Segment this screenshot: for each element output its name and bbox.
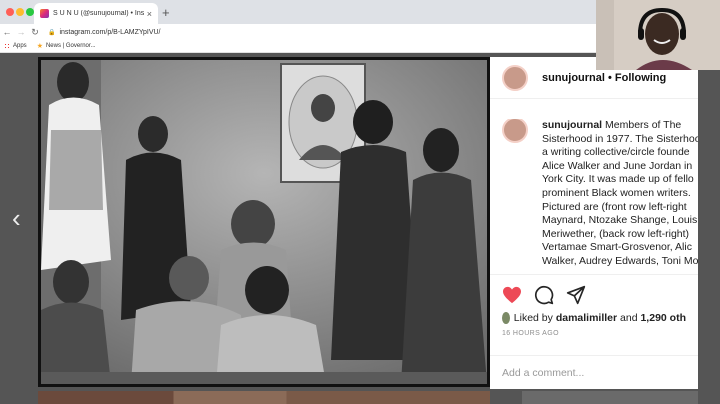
browser-toolbar: ← → ↻ 🔒 instagram.com/p/B-LAMZYpIVU/ — [0, 24, 596, 40]
bookmark-apps[interactable]: Apps — [4, 43, 27, 49]
post-photo-frame — [38, 57, 490, 387]
bookmarks-bar: Apps ★ News | Governor... — [0, 40, 596, 53]
caption-line: Pictured are (front row left-right — [542, 200, 687, 213]
liked-prefix: Liked by — [513, 312, 553, 324]
caption-line: Meriwether, (back row left-right) — [542, 227, 690, 240]
following-status[interactable]: • Following — [608, 72, 666, 84]
post-photo — [41, 60, 487, 384]
post-username[interactable]: sunujournal — [542, 72, 605, 84]
caption-line: Vertamae Smart-Grosvenor, Alic — [542, 241, 692, 254]
tab-close-icon[interactable]: × — [147, 9, 152, 19]
caption-line: prominent Black women writers. — [542, 186, 691, 199]
maximize-window-button[interactable] — [26, 8, 34, 16]
comment-icon[interactable] — [534, 285, 554, 305]
previous-post-chevron-icon[interactable]: ‹ — [12, 203, 21, 234]
caption-line: Alice Walker and June Jordan in — [542, 159, 693, 172]
heart-icon[interactable] — [502, 286, 522, 304]
post-sidebar: sunujournal • Following sunujournal Memb… — [490, 57, 698, 389]
bookmark-label: Apps — [13, 43, 27, 49]
url-text: instagram.com/p/B-LAMZYpIVU/ — [59, 28, 161, 36]
new-tab-button[interactable]: + — [162, 5, 170, 20]
post-timestamp: 16 HOURS AGO — [502, 330, 559, 337]
thumbnail-strip — [38, 391, 490, 404]
post-actions: Liked by damalimiller and 1,290 oth 16 H… — [490, 274, 698, 337]
caption-line: a writing collective/circle founde — [542, 146, 690, 159]
webcam-person-video — [596, 0, 720, 70]
apps-grid-icon — [4, 43, 10, 49]
liked-and: and — [620, 312, 638, 324]
caption-line: Sisterhood in 1977. The Sisterhoo — [542, 132, 698, 145]
caption-line: Maynard, Ntozake Shange, Louis — [542, 214, 698, 227]
post-caption: sunujournal Members of The Sisterhood in… — [502, 119, 698, 274]
liker-username[interactable]: damalimiller — [556, 312, 617, 324]
instagram-modal-overlay: ‹ sunujournal • Following sunujournal Me… — [0, 53, 720, 404]
caption-line: Walker, Audrey Edwards, Toni Mo — [542, 254, 698, 267]
minimize-window-button[interactable] — [16, 8, 24, 16]
bookmark-label: News | Governor... — [45, 43, 96, 49]
browser-tab-bar: S U N U (@sunujournal) • Inst × + — [0, 0, 596, 24]
avatar[interactable] — [502, 64, 528, 91]
close-window-button[interactable] — [6, 8, 14, 16]
browser-tab[interactable]: S U N U (@sunujournal) • Inst × — [34, 3, 158, 24]
liker-avatar — [502, 312, 510, 324]
share-icon[interactable] — [566, 285, 586, 305]
webcam-overlay — [596, 0, 720, 70]
address-bar[interactable]: 🔒 instagram.com/p/B-LAMZYpIVU/ — [48, 29, 161, 36]
caption-line: York City. It was made up of fello — [542, 173, 694, 186]
group-portrait-photo — [41, 60, 487, 384]
instagram-favicon-icon — [40, 9, 49, 18]
star-icon: ★ — [36, 43, 43, 50]
reload-icon[interactable]: ↻ — [28, 27, 42, 38]
caption-username[interactable]: sunujournal — [542, 119, 602, 131]
likes-line: Liked by damalimiller and 1,290 oth — [502, 312, 686, 324]
caption-text: sunujournal Members of The Sisterhood in… — [542, 119, 698, 274]
avatar[interactable] — [502, 119, 528, 143]
back-arrow-icon[interactable]: ← — [0, 27, 14, 37]
bookmark-news[interactable]: ★ News | Governor... — [37, 42, 96, 50]
action-icons — [502, 285, 686, 305]
forward-arrow-icon[interactable]: → — [14, 27, 28, 37]
tab-title: S U N U (@sunujournal) • Inst — [53, 10, 144, 17]
thumbnail-strip — [522, 391, 698, 404]
lock-icon: 🔒 — [48, 29, 56, 36]
likes-count-link[interactable]: 1,290 oth — [640, 312, 686, 324]
comment-input[interactable]: Add a comment... — [490, 355, 698, 389]
caption-line: Members of The — [605, 119, 682, 131]
